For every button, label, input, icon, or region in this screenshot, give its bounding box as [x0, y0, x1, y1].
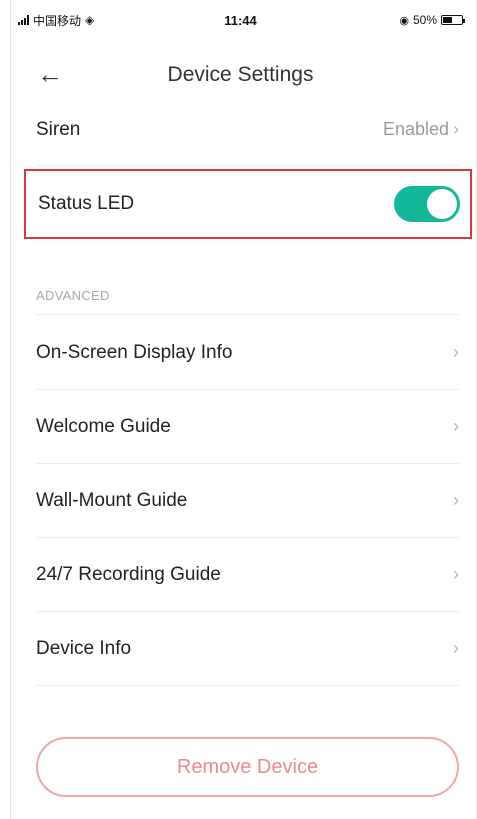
list-item-welcome-guide[interactable]: Welcome Guide ›: [36, 390, 459, 464]
list-item-label: On-Screen Display Info: [36, 341, 233, 363]
siren-value: Enabled ›: [383, 119, 459, 140]
siren-status: Enabled: [382, 119, 449, 139]
status-bar-right: ◉ 50%: [399, 13, 465, 27]
status-led-highlight: Status LED: [24, 169, 472, 239]
carrier-name: 中国移动: [33, 13, 82, 28]
chevron-right-icon: ›: [453, 490, 459, 510]
section-divider: [36, 314, 459, 315]
chevron-right-icon: ›: [453, 119, 459, 139]
remove-device-button[interactable]: Remove Device: [36, 737, 459, 797]
app-header: ← Device Settings: [18, 55, 463, 95]
list-item-label: Wall-Mount Guide: [36, 489, 188, 511]
alarm-icon: ◉: [399, 14, 409, 27]
status-led-label: Status LED: [38, 193, 135, 214]
list-item-device-info[interactable]: Device Info ›: [36, 612, 459, 686]
siren-label: Siren: [36, 118, 81, 140]
chevron-right-icon: ›: [453, 416, 459, 436]
chevron-right-icon: ›: [453, 564, 459, 584]
list-item-label: Welcome Guide: [36, 415, 171, 437]
advanced-section-label: ADVANCED: [36, 288, 110, 303]
status-led-toggle[interactable]: [394, 186, 460, 222]
list-item-on-screen-display-info[interactable]: On-Screen Display Info ›: [36, 316, 459, 390]
chevron-right-icon: ›: [453, 638, 459, 658]
status-bar-left: 中国移动 ◈: [18, 12, 94, 29]
battery-percent: 50%: [412, 13, 437, 27]
page-title: Device Settings: [167, 63, 314, 86]
wifi-icon: ◈: [85, 13, 95, 27]
battery-icon: [441, 15, 465, 25]
status-bar: 中国移动 ◈ 11:44 ◉ 50%: [18, 8, 465, 32]
list-item-label: Device Info: [36, 637, 132, 659]
chevron-right-icon: ›: [453, 342, 459, 362]
siren-row[interactable]: Siren Enabled ›: [36, 94, 459, 166]
signal-icon: [18, 15, 29, 25]
list-item-label: 24/7 Recording Guide: [36, 563, 221, 585]
toggle-knob: [427, 189, 457, 219]
status-led-row: Status LED: [38, 171, 460, 237]
list-item-wall-mount-guide[interactable]: Wall-Mount Guide ›: [36, 464, 459, 538]
list-item-recording-guide[interactable]: 24/7 Recording Guide ›: [36, 538, 459, 612]
